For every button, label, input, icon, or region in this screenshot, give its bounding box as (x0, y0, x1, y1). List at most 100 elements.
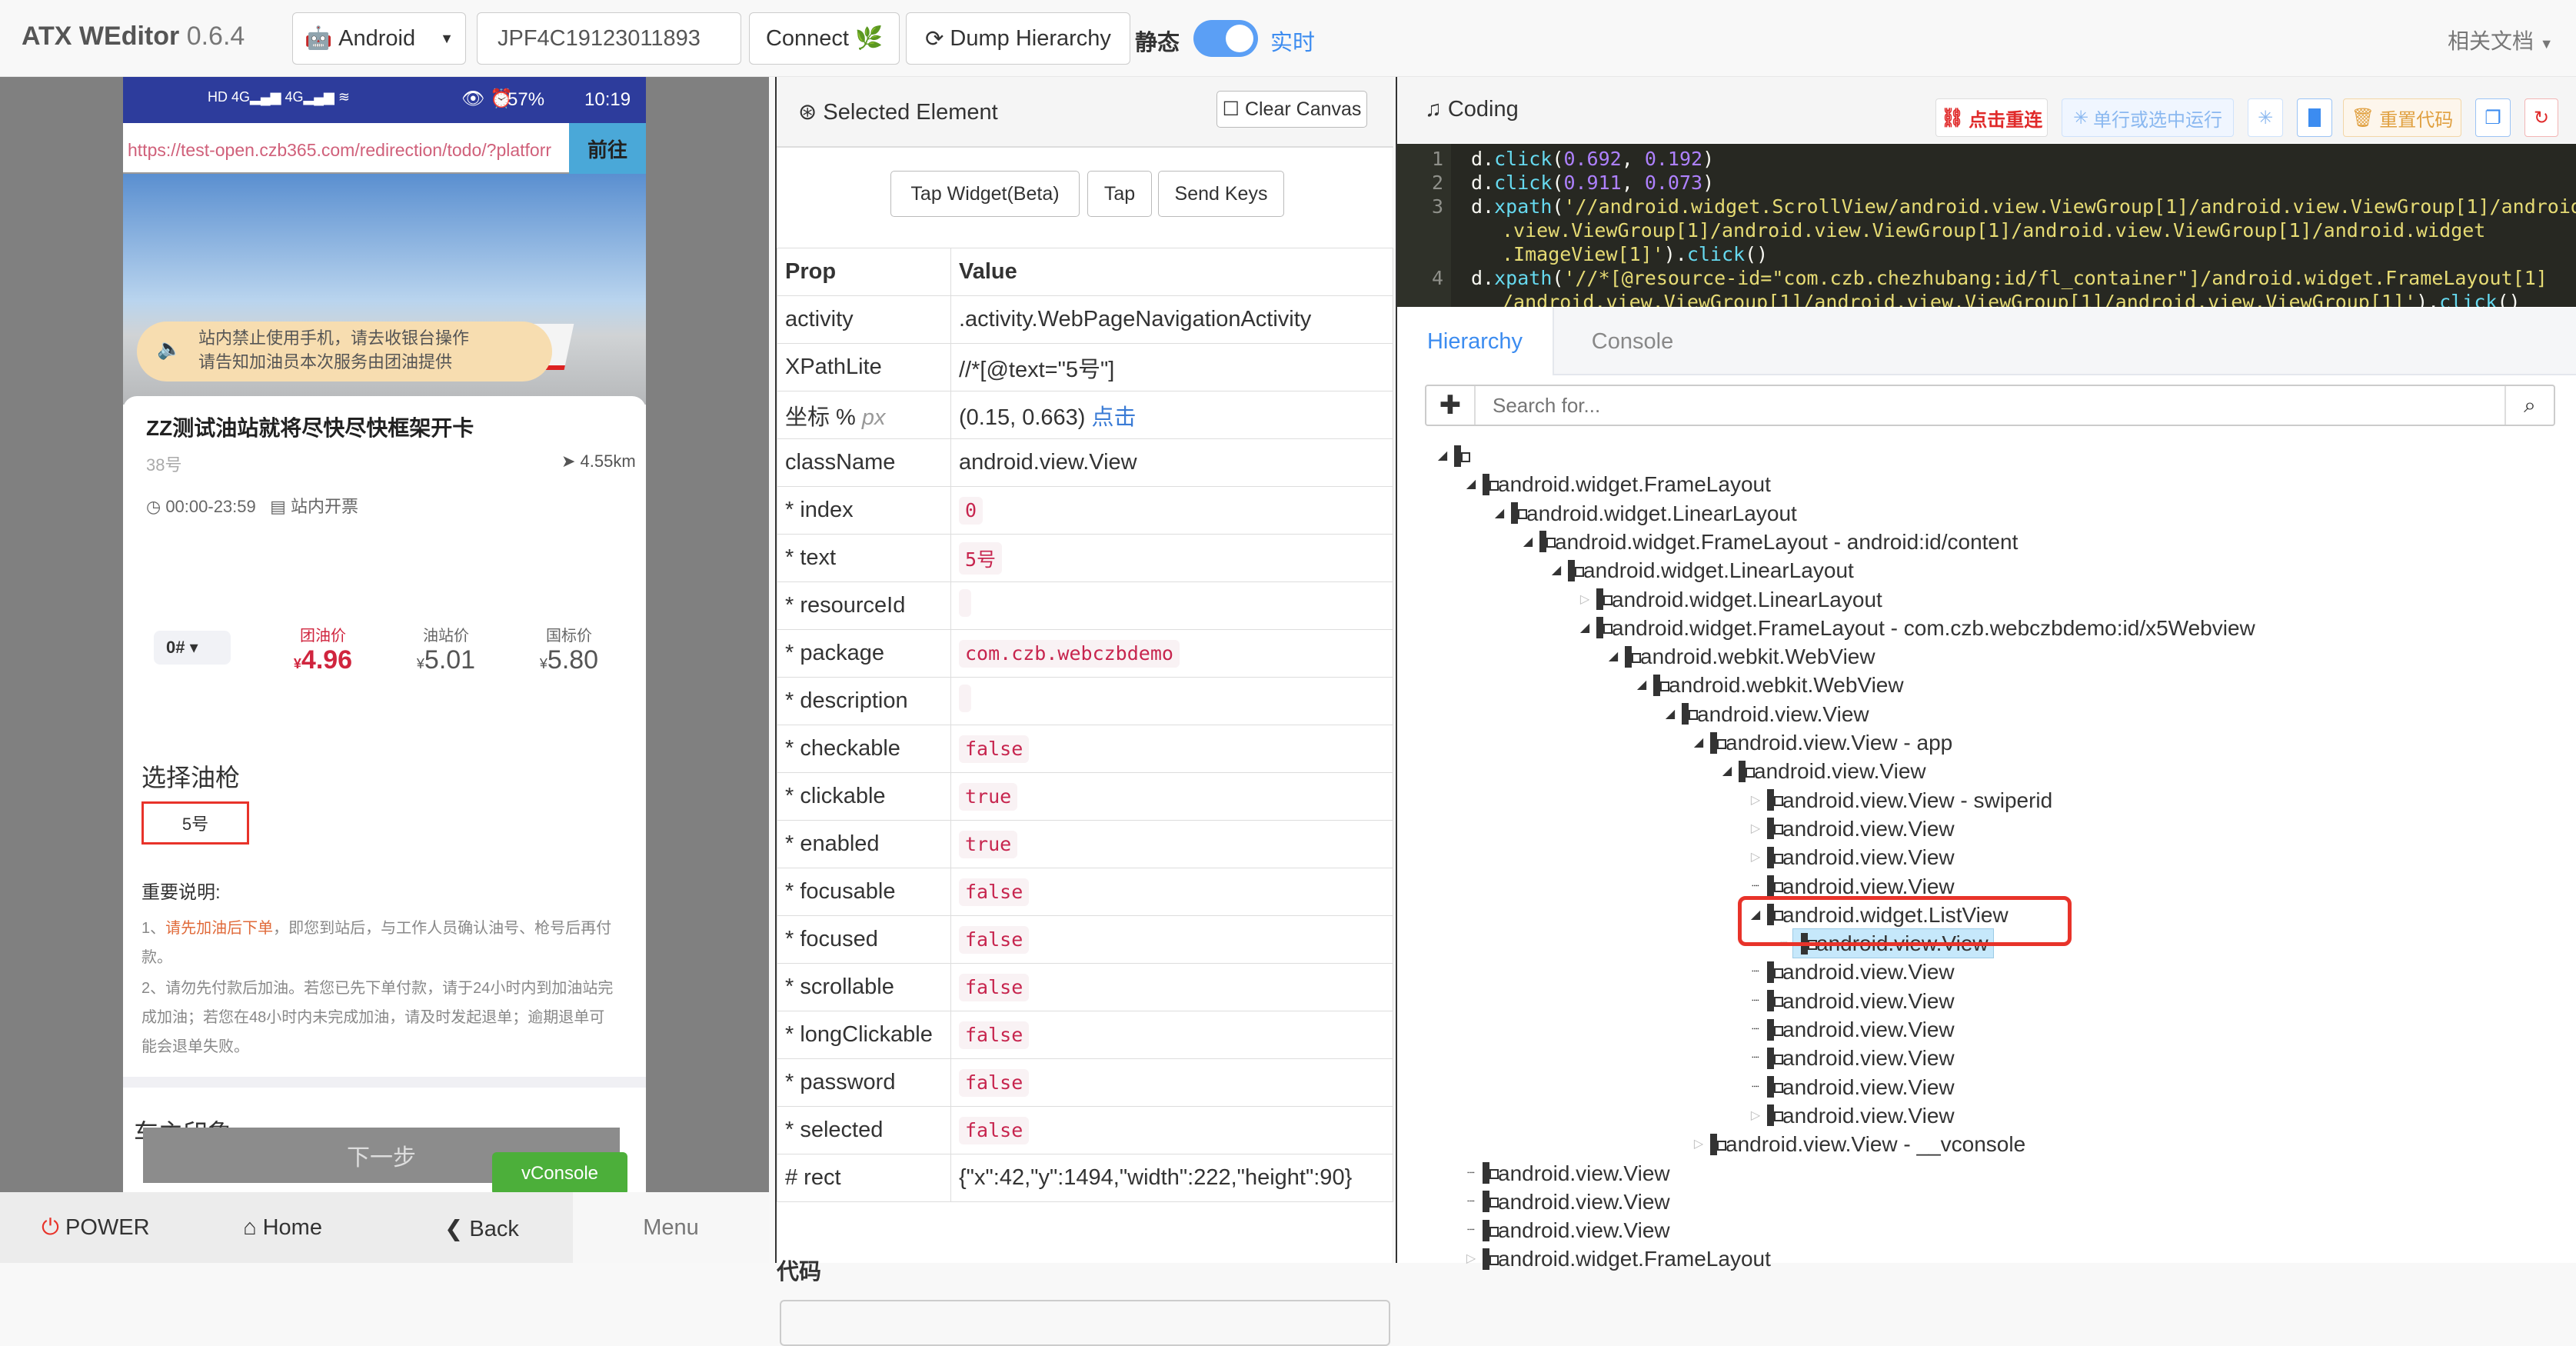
run-all-button[interactable]: ✳ (2248, 98, 2283, 137)
send-keys-button[interactable]: Send Keys (1158, 171, 1284, 217)
node-label[interactable]: android.view.View (1498, 1216, 1670, 1244)
node-label[interactable]: android.view.View (1782, 815, 1955, 843)
node-label[interactable]: android.view.View (1782, 987, 1955, 1015)
node-label[interactable]: android.view.View - app (1726, 728, 1952, 757)
refresh-button[interactable]: ↻ (2524, 98, 2558, 137)
collapse-toggle-icon[interactable]: ◢ (1719, 757, 1736, 785)
copy-button[interactable]: ❐ (2475, 98, 2511, 137)
expand-toggle-icon[interactable]: ▷ (1576, 585, 1593, 614)
go-button[interactable]: 前往 (569, 123, 646, 174)
tree-node[interactable]: ▷ android.view.View - __vconsole (1690, 1130, 2025, 1158)
collapse-toggle-icon[interactable]: ◢ (1633, 671, 1650, 699)
tree-node[interactable]: ◢ android.view.View (1662, 700, 1869, 728)
tree-node[interactable]: ▷ android.view.View (1747, 1101, 1955, 1130)
reset-code-button[interactable]: 🗑 重置代码 (2343, 98, 2461, 137)
node-label[interactable]: android.view.View (1782, 1101, 1955, 1130)
live-toggle[interactable] (1193, 20, 1258, 57)
tree-node[interactable]: ◢ android.view.View (1719, 757, 1926, 785)
expand-all-button[interactable]: ✚ (1426, 386, 1476, 425)
expand-toggle-icon[interactable]: ▷ (1463, 1244, 1479, 1273)
node-label[interactable]: android.view.View (1782, 1015, 1955, 1044)
platform-select[interactable]: 🤖 Android ▼ (292, 12, 466, 65)
tree-node[interactable]: ◢ android.webkit.WebView (1633, 671, 1904, 699)
tap-widget-button[interactable]: Tap Widget(Beta) (890, 171, 1080, 217)
tree-node[interactable]: ◢ android.widget.LinearLayout (1491, 499, 1797, 528)
node-label[interactable]: android.view.View (1498, 1188, 1670, 1216)
tab-hierarchy[interactable]: Hierarchy (1397, 308, 1554, 375)
tree-node[interactable]: ┈ android.view.View (1747, 1073, 1955, 1101)
tree-node[interactable]: ◢ android.widget.LinearLayout (1548, 556, 1854, 585)
tree-node[interactable]: ▷ android.view.View (1747, 843, 1955, 871)
node-label[interactable]: android.view.View (1754, 757, 1926, 785)
url-input[interactable]: https://test-open.czb365.com/redirection… (123, 123, 569, 174)
collapse-toggle-icon[interactable]: ◢ (1491, 499, 1508, 528)
tree-node[interactable]: ┈ android.view.View (1747, 1015, 1955, 1044)
tree-node[interactable]: ▷ android.widget.LinearLayout (1576, 585, 1882, 614)
tree-node[interactable]: ┈ android.view.View (1747, 958, 1955, 986)
collapse-toggle-icon[interactable]: ◢ (1519, 528, 1536, 556)
gun-5-button[interactable]: 5号 (141, 801, 249, 845)
code-preview[interactable] (780, 1300, 1390, 1346)
device-screenshot[interactable]: HD 4G▂▄▆ 4G▂▄▆ ≋ 👁 ⏰ 57% 10:19 https://t… (123, 77, 646, 1192)
node-label[interactable]: android.view.View (1782, 843, 1955, 871)
click-coord-link[interactable]: 点击 (1092, 405, 1137, 430)
home-button[interactable]: ⌂ Home (243, 1215, 322, 1241)
collapse-toggle-icon[interactable]: ◢ (1548, 556, 1565, 585)
collapse-toggle-icon[interactable]: ◢ (1605, 642, 1622, 671)
reconnect-button[interactable]: ⛓ 点击重连 (1935, 98, 2048, 137)
tree-node[interactable]: ▷ android.view.View - swiperid (1747, 786, 2052, 815)
tree-node[interactable]: ◢ android.widget.FrameLayout (1463, 470, 1771, 498)
tree-node[interactable]: ┈ android.view.View (1463, 1188, 1670, 1216)
power-button[interactable]: ⏻ POWER (42, 1215, 150, 1241)
clear-canvas-checkbox[interactable]: ☐ Clear Canvas (1216, 91, 1367, 128)
node-label[interactable]: android.view.View (1782, 1044, 1955, 1072)
collapse-toggle-icon[interactable]: ◢ (1434, 441, 1451, 470)
stop-button[interactable] (2297, 98, 2332, 137)
tree-node[interactable]: ◢ (1434, 441, 1470, 470)
node-label[interactable]: android.view.View (1782, 958, 1955, 986)
expand-toggle-icon[interactable]: ▷ (1747, 1101, 1764, 1130)
tab-console[interactable]: Console (1556, 308, 1709, 375)
node-label[interactable]: android.view.View - __vconsole (1726, 1130, 2025, 1158)
expand-toggle-icon[interactable]: ▷ (1747, 815, 1764, 843)
tree-node[interactable]: ┈ android.view.View (1747, 987, 1955, 1015)
node-label[interactable]: android.widget.FrameLayout (1498, 1244, 1771, 1273)
fuel-select[interactable]: 0# ▾ (154, 631, 231, 665)
code-editor[interactable]: 1 d.click(0.692, 0.192) 2 d.click(0.911, 0.… (1397, 144, 2576, 307)
tree-node[interactable]: ┈ android.view.View (1463, 1216, 1670, 1244)
back-button[interactable]: ❮ Back (444, 1215, 519, 1242)
node-label[interactable]: android.view.View (1498, 1159, 1670, 1188)
expand-toggle-icon[interactable]: ▷ (1747, 786, 1764, 815)
connect-button[interactable]: Connect 🌿 (749, 12, 900, 65)
px-toggle[interactable]: px (862, 405, 886, 430)
tap-button[interactable]: Tap (1087, 171, 1152, 217)
search-button[interactable]: ⌕ (2504, 386, 2554, 425)
menu-button[interactable]: Menu (573, 1192, 769, 1263)
collapse-toggle-icon[interactable]: ◢ (1463, 470, 1479, 498)
docs-dropdown[interactable]: 相关文档 ▼ (2448, 25, 2554, 55)
run-line-button[interactable]: ✳ 单行或选中运行 (2062, 98, 2234, 137)
node-label[interactable]: android.widget.LinearLayout (1526, 499, 1797, 528)
expand-toggle-icon[interactable]: ▷ (1690, 1130, 1707, 1158)
dump-hierarchy-button[interactable]: ⟳ Dump Hierarchy (906, 12, 1130, 65)
tree-node[interactable]: ▷ android.widget.FrameLayout (1463, 1244, 1771, 1273)
tree-node[interactable]: ◢ android.widget.FrameLayout - android:id… (1519, 528, 2019, 556)
serial-input[interactable]: JPF4C19123011893 (477, 12, 741, 65)
node-label[interactable]: android.view.View (1782, 1073, 1955, 1101)
node-label[interactable]: android.webkit.WebView (1669, 671, 1904, 699)
tree-node[interactable]: ┈ android.view.View (1747, 1044, 1955, 1072)
collapse-toggle-icon[interactable]: ◢ (1690, 728, 1707, 757)
node-label[interactable]: android.widget.LinearLayout (1612, 585, 1882, 614)
vconsole-button[interactable]: vConsole (492, 1152, 627, 1192)
tree-node[interactable]: ◢ android.webkit.WebView (1605, 642, 1875, 671)
tree-node[interactable]: ◢ android.view.View - app (1690, 728, 1952, 757)
node-label[interactable]: android.view.View - swiperid (1782, 786, 2052, 815)
tree-node[interactable]: ▷ android.view.View (1747, 815, 1955, 843)
node-label[interactable]: android.widget.FrameLayout (1498, 470, 1771, 498)
collapse-toggle-icon[interactable]: ◢ (1576, 614, 1593, 642)
tree-node[interactable]: ◢ android.widget.FrameLayout - com.czb.we… (1576, 614, 2255, 642)
node-label[interactable]: android.webkit.WebView (1640, 642, 1875, 671)
node-label[interactable]: android.widget.FrameLayout - android:id/… (1555, 528, 2018, 556)
tree-node[interactable]: ┈ android.view.View (1463, 1159, 1670, 1188)
search-input[interactable] (1477, 386, 2504, 425)
